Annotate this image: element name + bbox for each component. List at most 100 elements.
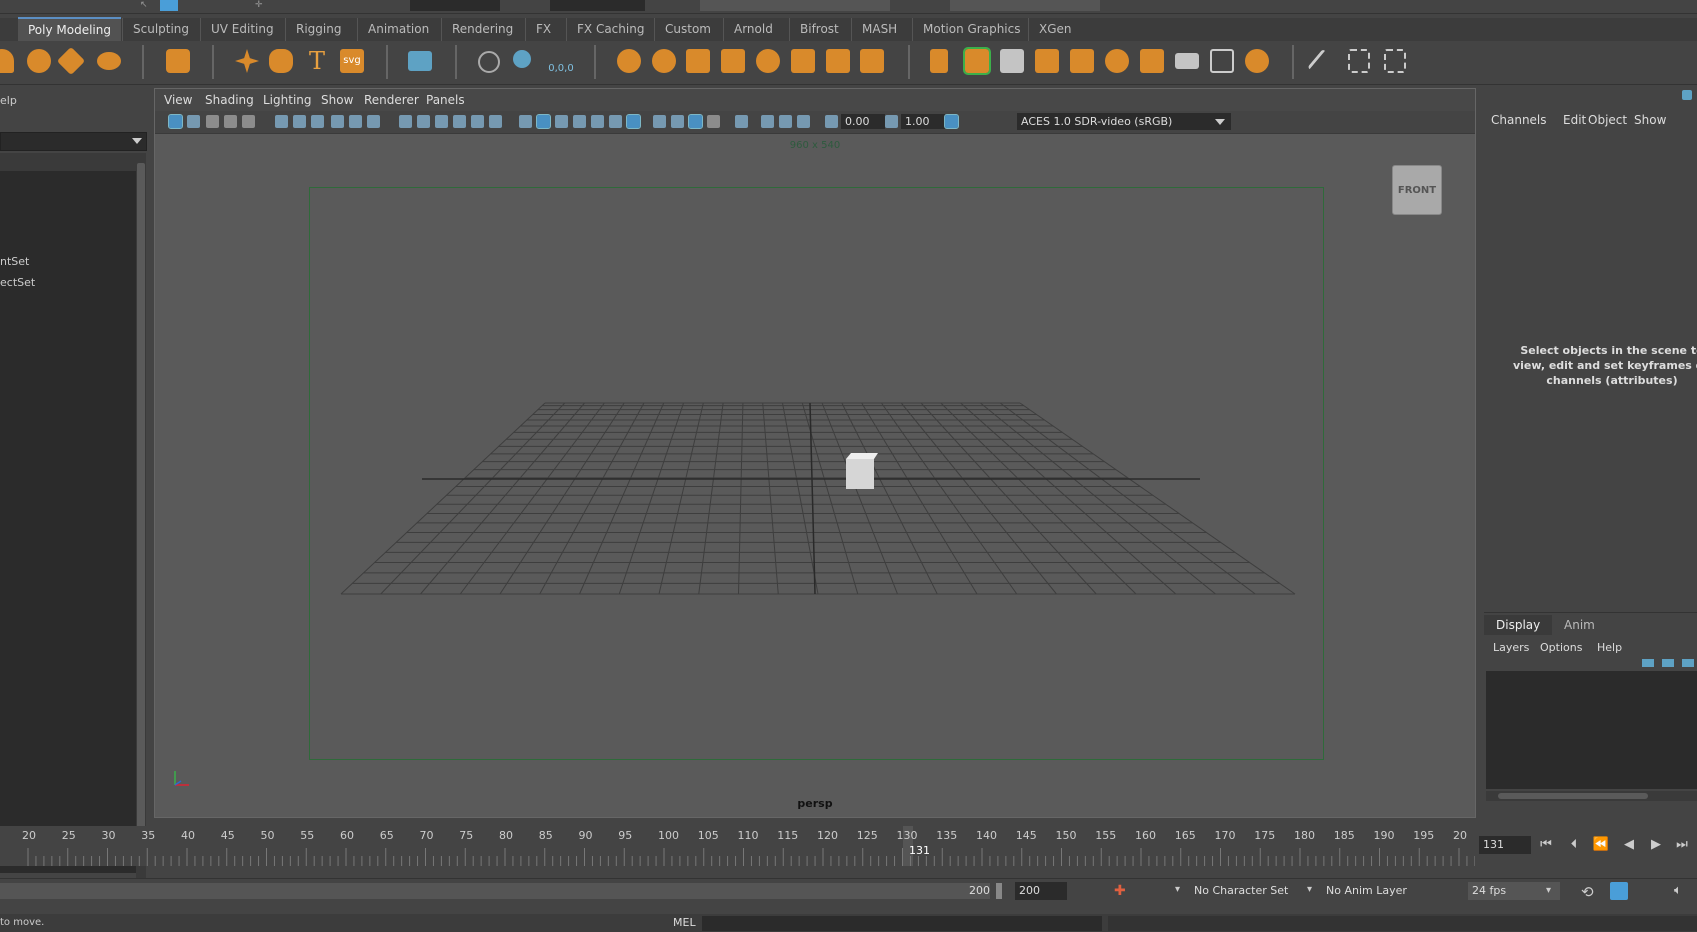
sweep-mesh-icon[interactable] — [269, 49, 293, 73]
character-set-dropdown[interactable]: No Character Set — [1190, 882, 1294, 900]
poly-plane-icon[interactable] — [56, 46, 86, 76]
chevron-down-icon[interactable]: ▾ — [1175, 884, 1180, 895]
combine-icon[interactable] — [617, 49, 641, 73]
current-frame-field[interactable]: 131 — [1479, 836, 1531, 854]
tab-rendering[interactable]: Rendering — [441, 18, 523, 41]
snap-grid-icon[interactable]: ✛ — [255, 0, 265, 11]
step-back-frame-icon[interactable]: ⏴ — [1565, 836, 1583, 854]
menu-layers[interactable]: Layers — [1493, 641, 1529, 654]
command-input[interactable] — [702, 916, 1102, 931]
outliner-menu-help[interactable]: elp — [0, 94, 17, 107]
auto-key-icon[interactable]: ✚ — [1114, 883, 1126, 899]
multi-cut-icon[interactable] — [1245, 49, 1269, 73]
go-to-end-icon[interactable]: ⏭ — [1673, 836, 1691, 854]
mirror-icon[interactable] — [826, 49, 850, 73]
outliner-filter-dropdown[interactable] — [0, 132, 147, 151]
move-layer-icon[interactable] — [1682, 659, 1694, 667]
tab-fx[interactable]: FX — [525, 18, 561, 41]
boolean-icon[interactable] — [721, 49, 745, 73]
platonic-solid-icon[interactable] — [166, 49, 190, 73]
extrude-icon[interactable] — [930, 49, 948, 73]
tab-animation[interactable]: Animation — [357, 18, 439, 41]
tab-custom[interactable]: Custom — [654, 18, 721, 41]
poly-cone-icon[interactable] — [0, 49, 14, 73]
script-language-toggle[interactable]: MEL — [673, 916, 696, 929]
pen-tool-icon[interactable] — [1307, 48, 1330, 74]
outliner-list[interactable]: ntSet ectSet — [0, 153, 136, 873]
render-icons[interactable] — [700, 0, 890, 11]
collapse-icon[interactable] — [1210, 49, 1234, 73]
wedge-icon[interactable] — [1105, 49, 1129, 73]
live-surface-field[interactable] — [410, 0, 500, 11]
range-handle[interactable] — [996, 883, 1002, 899]
text-tool-icon[interactable]: T — [305, 49, 329, 73]
menu-show[interactable]: Show — [1634, 113, 1666, 127]
outliner-vertical-scrollbar[interactable] — [136, 153, 146, 883]
scrollbar-thumb[interactable] — [1498, 793, 1648, 799]
tab-mash[interactable]: MASH — [851, 18, 907, 41]
menu-edit[interactable]: Edit — [1563, 113, 1586, 127]
tab-sculpting[interactable]: Sculpting — [122, 18, 199, 41]
scrollbar-thumb[interactable] — [137, 163, 145, 863]
play-forward-icon[interactable]: ▶ — [1647, 836, 1665, 854]
tab-arnold[interactable]: Arnold — [723, 18, 783, 41]
play-backward-icon[interactable]: ◀ — [1620, 836, 1638, 854]
menu-channels[interactable]: Channels — [1491, 113, 1547, 127]
sound-icon[interactable]: 🔈︎ — [1674, 883, 1682, 898]
append-icon[interactable] — [1035, 49, 1059, 73]
type-tool-icon[interactable] — [408, 51, 432, 71]
layer-horizontal-scrollbar[interactable] — [1486, 791, 1697, 801]
list-item[interactable]: ectSet — [0, 276, 35, 289]
chevron-down-icon[interactable]: ▾ — [1307, 884, 1312, 895]
tab-rigging[interactable]: Rigging — [285, 18, 351, 41]
bevel-icon[interactable] — [1000, 49, 1024, 73]
menu-help[interactable]: Help — [1597, 641, 1622, 654]
pin-icon[interactable] — [1682, 90, 1692, 100]
workspace-field[interactable] — [950, 0, 1100, 11]
tab-poly-modeling[interactable]: Poly Modeling — [18, 17, 121, 42]
anim-layer-dropdown[interactable]: No Anim Layer — [1322, 882, 1426, 900]
poke-icon[interactable] — [1140, 49, 1164, 73]
range-slider[interactable] — [0, 883, 990, 899]
symmetry-field[interactable] — [550, 0, 645, 11]
tab-fx-caching[interactable]: FX Caching — [566, 18, 654, 41]
offset-loop-icon[interactable] — [1384, 49, 1406, 73]
reduce-icon[interactable] — [791, 49, 815, 73]
loop-icon[interactable]: ⟲ — [1581, 883, 1594, 901]
separate-icon[interactable] — [652, 49, 676, 73]
smooth-icon[interactable] — [756, 49, 780, 73]
menu-options[interactable]: Options — [1540, 641, 1582, 654]
tab-display[interactable]: Display — [1484, 615, 1553, 635]
time-slider[interactable]: 131 20 25 30 35 40 45 50 55 60 65 70 75 80 85 90 95 100 1… — [0, 826, 1475, 866]
list-item[interactable]: ntSet — [0, 255, 29, 268]
super-shape-icon[interactable] — [235, 49, 259, 73]
animation-end-field[interactable]: 200 — [1015, 882, 1067, 900]
viewport-panel[interactable]: View Shading Lighting Show Renderer Pane… — [154, 88, 1476, 818]
poly-disc-icon[interactable] — [97, 52, 121, 70]
edge-flow-icon[interactable] — [1175, 53, 1199, 69]
svg-tool-icon[interactable]: svg — [340, 49, 364, 73]
select-tool-icon[interactable]: ↖ — [140, 0, 150, 11]
go-to-start-icon[interactable]: ⏮ — [1537, 836, 1555, 854]
cache-playback-icon[interactable] — [1610, 882, 1628, 900]
tab-xgen[interactable]: XGen — [1028, 18, 1082, 41]
insert-loop-icon[interactable] — [1348, 49, 1370, 73]
bridge-icon[interactable] — [963, 47, 991, 75]
step-back-key-icon[interactable]: ⏪ — [1592, 836, 1610, 854]
tab-anim[interactable]: Anim — [1552, 615, 1607, 635]
extract-icon[interactable] — [686, 49, 710, 73]
fill-hole-icon[interactable] — [1070, 49, 1094, 73]
tab-motion-graphics[interactable]: Motion Graphics — [912, 18, 1031, 41]
freeze-transform-icon[interactable] — [513, 50, 531, 68]
new-layer-icon[interactable] — [1642, 659, 1654, 667]
tab-uv-editing[interactable]: UV Editing — [200, 18, 284, 41]
cleanup-icon[interactable] — [860, 49, 884, 73]
new-layer-selected-icon[interactable] — [1662, 659, 1674, 667]
layer-list[interactable] — [1486, 671, 1697, 789]
view-cube[interactable]: FRONT — [1392, 165, 1442, 215]
poly-torus-icon[interactable] — [27, 49, 51, 73]
tab-bifrost[interactable]: Bifrost — [789, 18, 849, 41]
center-pivot-icon[interactable] — [478, 51, 500, 73]
menu-object[interactable]: Object — [1588, 113, 1627, 127]
reset-transform-icon[interactable]: 0,0,0 — [546, 49, 576, 74]
